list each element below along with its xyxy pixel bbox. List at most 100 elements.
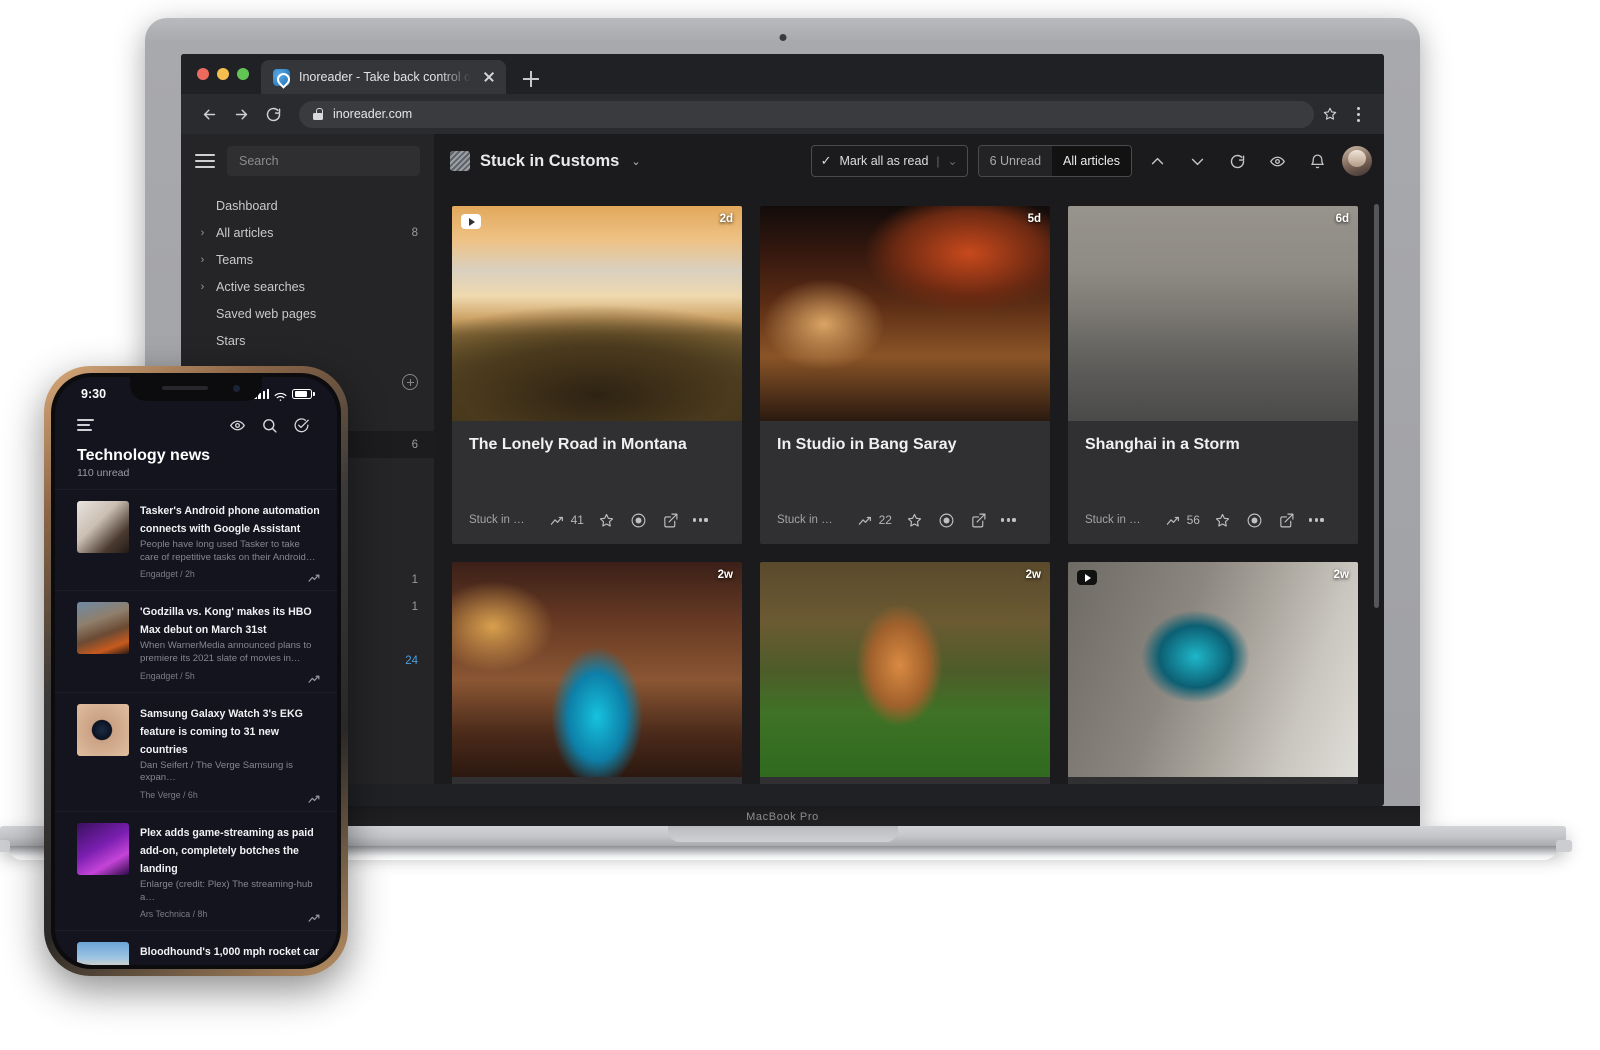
list-item-meta: The Verge / 6h <box>140 790 321 800</box>
article-footer: Stuck in … 56 <box>1068 502 1358 544</box>
minimize-window-button[interactable] <box>217 68 229 80</box>
article-card[interactable]: 6d Shanghai in a Storm Stuck in … <box>1068 206 1358 544</box>
open-external-icon[interactable] <box>969 512 988 529</box>
article-trend-count: 41 <box>571 513 584 527</box>
close-window-button[interactable] <box>197 68 209 80</box>
list-item[interactable]: Samsung Galaxy Watch 3's EKG feature is … <box>55 692 337 811</box>
browser-tab[interactable]: Inoreader - Take back control o <box>261 60 506 94</box>
list-item-meta: Engadget / 5h <box>140 671 321 681</box>
list-item-thumbnail <box>77 704 129 756</box>
article-body: In Studio in Bang Saray <box>760 421 1050 502</box>
more-options-icon[interactable] <box>1309 518 1324 521</box>
browser-menu-icon[interactable] <box>1346 102 1370 126</box>
list-item[interactable]: Bloodhound's 1,000 mph rocket car being … <box>55 930 337 965</box>
battery-icon <box>292 389 315 399</box>
open-external-icon[interactable] <box>1277 512 1296 529</box>
article-body: Suspicious Mama Fox <box>760 777 1050 784</box>
mark-read-circle-icon[interactable] <box>1245 512 1264 529</box>
article-source: Stuck in … <box>777 514 833 526</box>
chevron-down-icon[interactable] <box>1182 146 1212 176</box>
star-icon[interactable] <box>1213 512 1232 529</box>
chevron-down-icon[interactable]: ⌄ <box>948 154 958 168</box>
list-item[interactable]: 'Godzilla vs. Kong' makes its HBO Max de… <box>55 590 337 691</box>
bookmark-star-icon[interactable] <box>1318 102 1342 126</box>
phone-screen: 9:30 <box>55 377 337 965</box>
sidebar-item-active-searches[interactable]: › Active searches <box>181 273 434 300</box>
article-card[interactable]: 2w Suspicious Mama Fox Stuck in … <box>760 562 1050 784</box>
refresh-icon[interactable] <box>1222 146 1252 176</box>
close-tab-icon[interactable] <box>480 68 498 86</box>
phone-article-list: Tasker's Android phone automation connec… <box>55 489 337 965</box>
article-trend-count: 22 <box>879 513 892 527</box>
check-circle-icon[interactable] <box>285 409 317 441</box>
search-icon[interactable] <box>253 409 285 441</box>
sidebar-item-label: Teams <box>216 253 410 267</box>
chevron-up-icon[interactable] <box>1142 146 1172 176</box>
filter-unread-button[interactable]: 6 Unread <box>979 146 1052 176</box>
open-external-icon[interactable] <box>661 512 680 529</box>
mark-read-circle-icon[interactable] <box>629 512 648 529</box>
avatar[interactable] <box>1342 146 1372 176</box>
add-subscription-icon[interactable] <box>402 374 418 390</box>
sidebar-item-teams[interactable]: › Teams <box>181 246 434 273</box>
article-date: 2w <box>718 569 733 581</box>
maximize-window-button[interactable] <box>237 68 249 80</box>
trending-icon <box>308 671 321 680</box>
list-item-source: The Verge / 6h <box>140 790 308 800</box>
laptop-screen: Inoreader - Take back control o <box>181 54 1384 806</box>
bell-icon[interactable] <box>1302 146 1332 176</box>
mark-all-as-read-button[interactable]: ✓ Mark all as read | ⌄ <box>811 145 968 177</box>
hamburger-icon[interactable] <box>77 419 94 431</box>
article-body: The Lonely Road in Montana <box>452 421 742 502</box>
more-options-icon[interactable] <box>1001 518 1016 521</box>
article-body: Spa in Chefchaouen <box>452 777 742 784</box>
star-icon[interactable] <box>597 512 616 529</box>
article-thumbnail: 2w <box>452 562 742 777</box>
article-card[interactable]: 2d The Lonely Road in Montana Stuck in … <box>452 206 742 544</box>
article-card[interactable]: 2w Spa in Chefchaouen Stuck in … <box>452 562 742 784</box>
new-tab-button[interactable] <box>516 64 546 94</box>
sidebar-item-stars[interactable]: Stars <box>181 327 434 354</box>
video-play-icon <box>461 214 481 229</box>
chevron-down-icon[interactable]: ⌄ <box>631 155 640 168</box>
list-item-text: Samsung Galaxy Watch 3's EKG feature is … <box>140 704 321 800</box>
hamburger-icon[interactable] <box>195 154 215 168</box>
list-item[interactable]: Plex adds game-streaming as paid add-on,… <box>55 811 337 930</box>
article-thumbnail: 6d <box>1068 206 1358 421</box>
reload-icon[interactable] <box>259 100 287 128</box>
chevron-right-icon[interactable]: › <box>197 227 208 239</box>
list-item-meta: Engadget / 2h <box>140 569 321 579</box>
status-indicators <box>254 389 315 399</box>
divider: | <box>936 154 939 168</box>
macbook-model-label: MacBook Pro <box>746 811 819 823</box>
articles-scroll-area[interactable]: 2d The Lonely Road in Montana Stuck in … <box>434 188 1384 784</box>
search-placeholder: Search <box>239 154 279 168</box>
star-icon[interactable] <box>905 512 924 529</box>
forward-arrow-icon[interactable] <box>227 100 255 128</box>
mark-read-circle-icon[interactable] <box>937 512 956 529</box>
more-options-icon[interactable] <box>693 518 708 521</box>
article-card[interactable]: 2w Machine Elf – Creator of Worlds – Stu… <box>1068 562 1358 784</box>
chevron-right-icon[interactable]: › <box>197 281 208 293</box>
back-arrow-icon[interactable] <box>195 100 223 128</box>
lock-icon <box>313 108 323 120</box>
list-item-text: Plex adds game-streaming as paid add-on,… <box>140 823 321 919</box>
chevron-right-icon[interactable]: › <box>197 254 208 266</box>
search-input[interactable]: Search <box>227 146 420 176</box>
content-toolbar: Stuck in Customs ⌄ ✓ Mark all as read | … <box>434 134 1384 188</box>
list-item-thumbnail <box>77 501 129 553</box>
filter-all-articles-button[interactable]: All articles <box>1052 146 1131 176</box>
list-item-thumbnail <box>77 602 129 654</box>
tab-title: Inoreader - Take back control o <box>299 70 471 84</box>
sidebar-item-saved-web-pages[interactable]: Saved web pages <box>181 300 434 327</box>
sidebar-item-dashboard[interactable]: Dashboard <box>181 192 434 219</box>
article-card[interactable]: 5d In Studio in Bang Saray Stuck in … <box>760 206 1050 544</box>
eye-icon[interactable] <box>1262 146 1292 176</box>
list-item[interactable]: Tasker's Android phone automation connec… <box>55 489 337 590</box>
eye-icon[interactable] <box>221 409 253 441</box>
sidebar-item-all-articles[interactable]: › All articles 8 <box>181 219 434 246</box>
address-bar[interactable]: inoreader.com <box>299 101 1314 128</box>
vertical-scrollbar[interactable] <box>1374 204 1379 608</box>
front-camera <box>233 385 240 392</box>
phone-frame: 9:30 <box>44 366 348 976</box>
